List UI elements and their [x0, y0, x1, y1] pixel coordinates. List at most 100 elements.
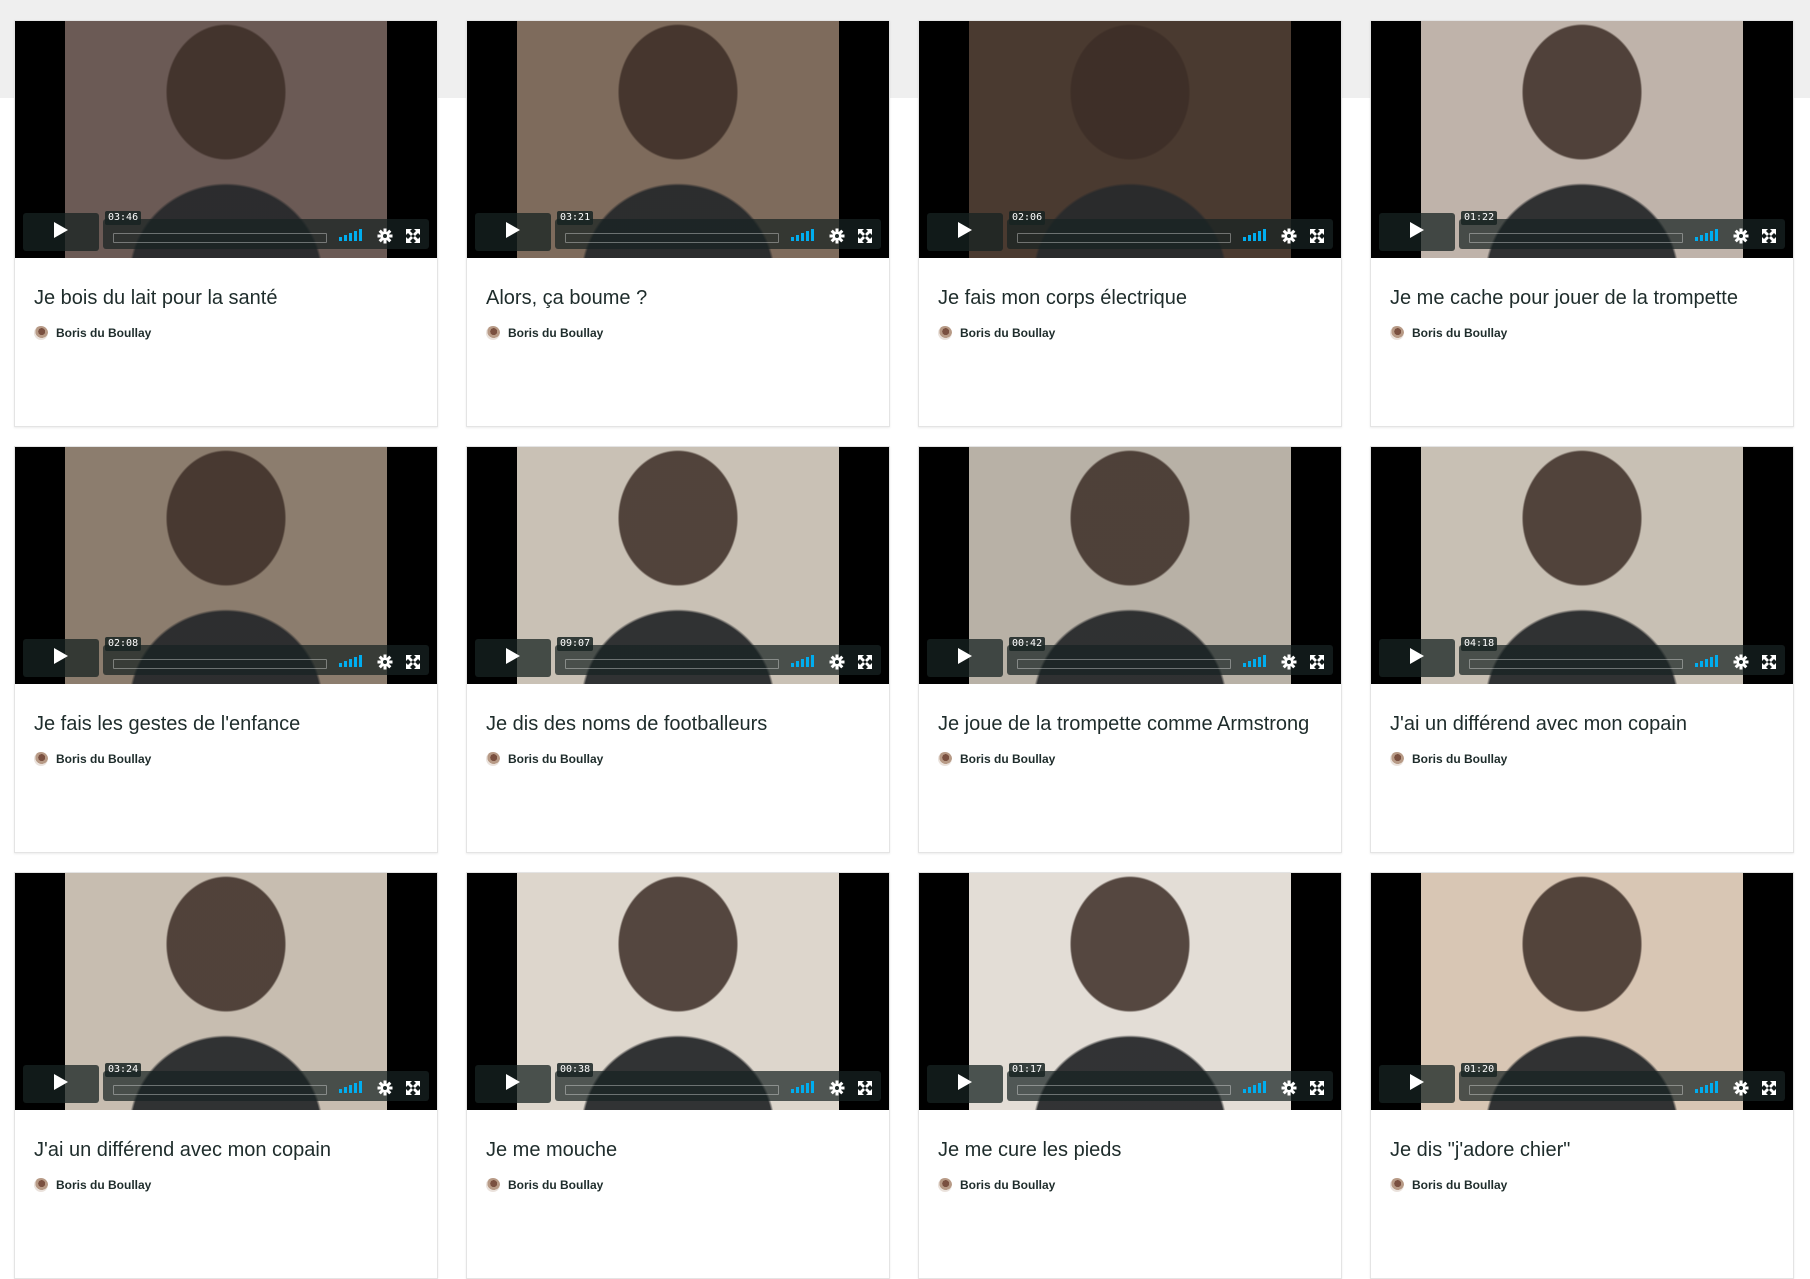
play-button[interactable]	[23, 213, 99, 251]
fullscreen-icon[interactable]	[1761, 228, 1777, 244]
progress-bar[interactable]	[113, 233, 327, 243]
fullscreen-icon[interactable]	[857, 228, 873, 244]
progress-bar[interactable]	[1469, 1085, 1683, 1095]
video-title[interactable]: J'ai un différend avec mon copain	[34, 1137, 419, 1163]
gear-icon[interactable]	[829, 654, 845, 670]
video-player[interactable]: 00:42	[919, 447, 1341, 684]
gear-icon[interactable]	[1733, 1080, 1749, 1096]
volume-icon[interactable]	[791, 1081, 815, 1095]
video-title[interactable]: Alors, ça boume ?	[486, 285, 871, 311]
progress-bar[interactable]	[1017, 1085, 1231, 1095]
gear-icon[interactable]	[829, 228, 845, 244]
video-card[interactable]: 03:46 Je bois du lait pour la santé Boris …	[14, 20, 438, 427]
gear-icon[interactable]	[829, 1080, 845, 1096]
author-name[interactable]: Boris du Boullay	[1412, 752, 1507, 766]
gear-icon[interactable]	[1281, 654, 1297, 670]
volume-icon[interactable]	[1695, 229, 1719, 243]
video-card[interactable]: 03:21 Alors, ça boume ? Boris du Boullay	[466, 20, 890, 427]
play-button[interactable]	[927, 1065, 1003, 1103]
author-row[interactable]: Boris du Boullay	[486, 752, 603, 766]
video-card[interactable]: 02:06 Je fais mon corps électrique Boris d…	[918, 20, 1342, 427]
video-player[interactable]: 01:20	[1371, 873, 1793, 1110]
progress-bar[interactable]	[565, 1085, 779, 1095]
video-title[interactable]: Je me mouche	[486, 1137, 871, 1163]
play-button[interactable]	[1379, 1065, 1455, 1103]
fullscreen-icon[interactable]	[1761, 654, 1777, 670]
play-button[interactable]	[1379, 639, 1455, 677]
video-title[interactable]: Je fais les gestes de l'enfance	[34, 711, 419, 737]
volume-icon[interactable]	[339, 1081, 363, 1095]
video-title[interactable]: Je bois du lait pour la santé	[34, 285, 419, 311]
video-card[interactable]: 01:22 Je me cache pour jouer de la trompe…	[1370, 20, 1794, 427]
progress-bar[interactable]	[1017, 659, 1231, 669]
volume-icon[interactable]	[791, 229, 815, 243]
video-player[interactable]: 01:22	[1371, 21, 1793, 258]
video-title[interactable]: Je dis des noms de footballeurs	[486, 711, 871, 737]
video-player[interactable]: 03:21	[467, 21, 889, 258]
volume-icon[interactable]	[339, 229, 363, 243]
video-card[interactable]: 03:24 J'ai un différend avec mon copain Bo…	[14, 872, 438, 1279]
play-button[interactable]	[927, 639, 1003, 677]
gear-icon[interactable]	[1281, 228, 1297, 244]
play-button[interactable]	[475, 639, 551, 677]
author-name[interactable]: Boris du Boullay	[960, 326, 1055, 340]
play-button[interactable]	[23, 639, 99, 677]
video-card[interactable]: 01:20 Je dis "j'adore chier" Boris du Boul…	[1370, 872, 1794, 1279]
volume-icon[interactable]	[339, 655, 363, 669]
author-row[interactable]: Boris du Boullay	[938, 1178, 1055, 1192]
progress-bar[interactable]	[1017, 233, 1231, 243]
video-player[interactable]: 01:17	[919, 873, 1341, 1110]
volume-icon[interactable]	[1243, 229, 1267, 243]
progress-bar[interactable]	[565, 233, 779, 243]
volume-icon[interactable]	[1695, 1081, 1719, 1095]
gear-icon[interactable]	[377, 228, 393, 244]
gear-icon[interactable]	[1281, 1080, 1297, 1096]
progress-bar[interactable]	[113, 1085, 327, 1095]
video-card[interactable]: 04:18 J'ai un différend avec mon copain Bo…	[1370, 446, 1794, 853]
video-title[interactable]: Je dis "j'adore chier"	[1390, 1137, 1775, 1163]
author-name[interactable]: Boris du Boullay	[960, 1178, 1055, 1192]
gear-icon[interactable]	[1733, 654, 1749, 670]
fullscreen-icon[interactable]	[1309, 1080, 1325, 1096]
video-title[interactable]: Je me cache pour jouer de la trompette	[1390, 285, 1775, 311]
play-button[interactable]	[475, 213, 551, 251]
author-row[interactable]: Boris du Boullay	[938, 326, 1055, 340]
gear-icon[interactable]	[377, 654, 393, 670]
video-title[interactable]: J'ai un différend avec mon copain	[1390, 711, 1775, 737]
author-name[interactable]: Boris du Boullay	[508, 326, 603, 340]
video-title[interactable]: Je me cure les pieds	[938, 1137, 1323, 1163]
progress-bar[interactable]	[113, 659, 327, 669]
gear-icon[interactable]	[1733, 228, 1749, 244]
gear-icon[interactable]	[377, 1080, 393, 1096]
author-row[interactable]: Boris du Boullay	[34, 752, 151, 766]
author-name[interactable]: Boris du Boullay	[56, 1178, 151, 1192]
video-card[interactable]: 09:07 Je dis des noms de footballeurs Bori…	[466, 446, 890, 853]
progress-bar[interactable]	[565, 659, 779, 669]
volume-icon[interactable]	[1243, 655, 1267, 669]
fullscreen-icon[interactable]	[857, 1080, 873, 1096]
video-player[interactable]: 00:38	[467, 873, 889, 1110]
video-card[interactable]: 02:08 Je fais les gestes de l'enfance Bori…	[14, 446, 438, 853]
video-title[interactable]: Je joue de la trompette comme Armstrong	[938, 711, 1323, 737]
fullscreen-icon[interactable]	[1309, 654, 1325, 670]
play-button[interactable]	[927, 213, 1003, 251]
video-player[interactable]: 04:18	[1371, 447, 1793, 684]
author-name[interactable]: Boris du Boullay	[1412, 326, 1507, 340]
volume-icon[interactable]	[1695, 655, 1719, 669]
video-card[interactable]: 00:42 Je joue de la trompette comme Armst…	[918, 446, 1342, 853]
author-name[interactable]: Boris du Boullay	[960, 752, 1055, 766]
fullscreen-icon[interactable]	[405, 228, 421, 244]
fullscreen-icon[interactable]	[1309, 228, 1325, 244]
video-card[interactable]: 00:38 Je me mouche Boris du Boullay	[466, 872, 890, 1279]
fullscreen-icon[interactable]	[1761, 1080, 1777, 1096]
author-name[interactable]: Boris du Boullay	[508, 752, 603, 766]
author-name[interactable]: Boris du Boullay	[508, 1178, 603, 1192]
volume-icon[interactable]	[791, 655, 815, 669]
play-button[interactable]	[475, 1065, 551, 1103]
fullscreen-icon[interactable]	[405, 1080, 421, 1096]
progress-bar[interactable]	[1469, 233, 1683, 243]
fullscreen-icon[interactable]	[405, 654, 421, 670]
video-player[interactable]: 03:46	[15, 21, 437, 258]
author-name[interactable]: Boris du Boullay	[56, 752, 151, 766]
author-row[interactable]: Boris du Boullay	[486, 326, 603, 340]
